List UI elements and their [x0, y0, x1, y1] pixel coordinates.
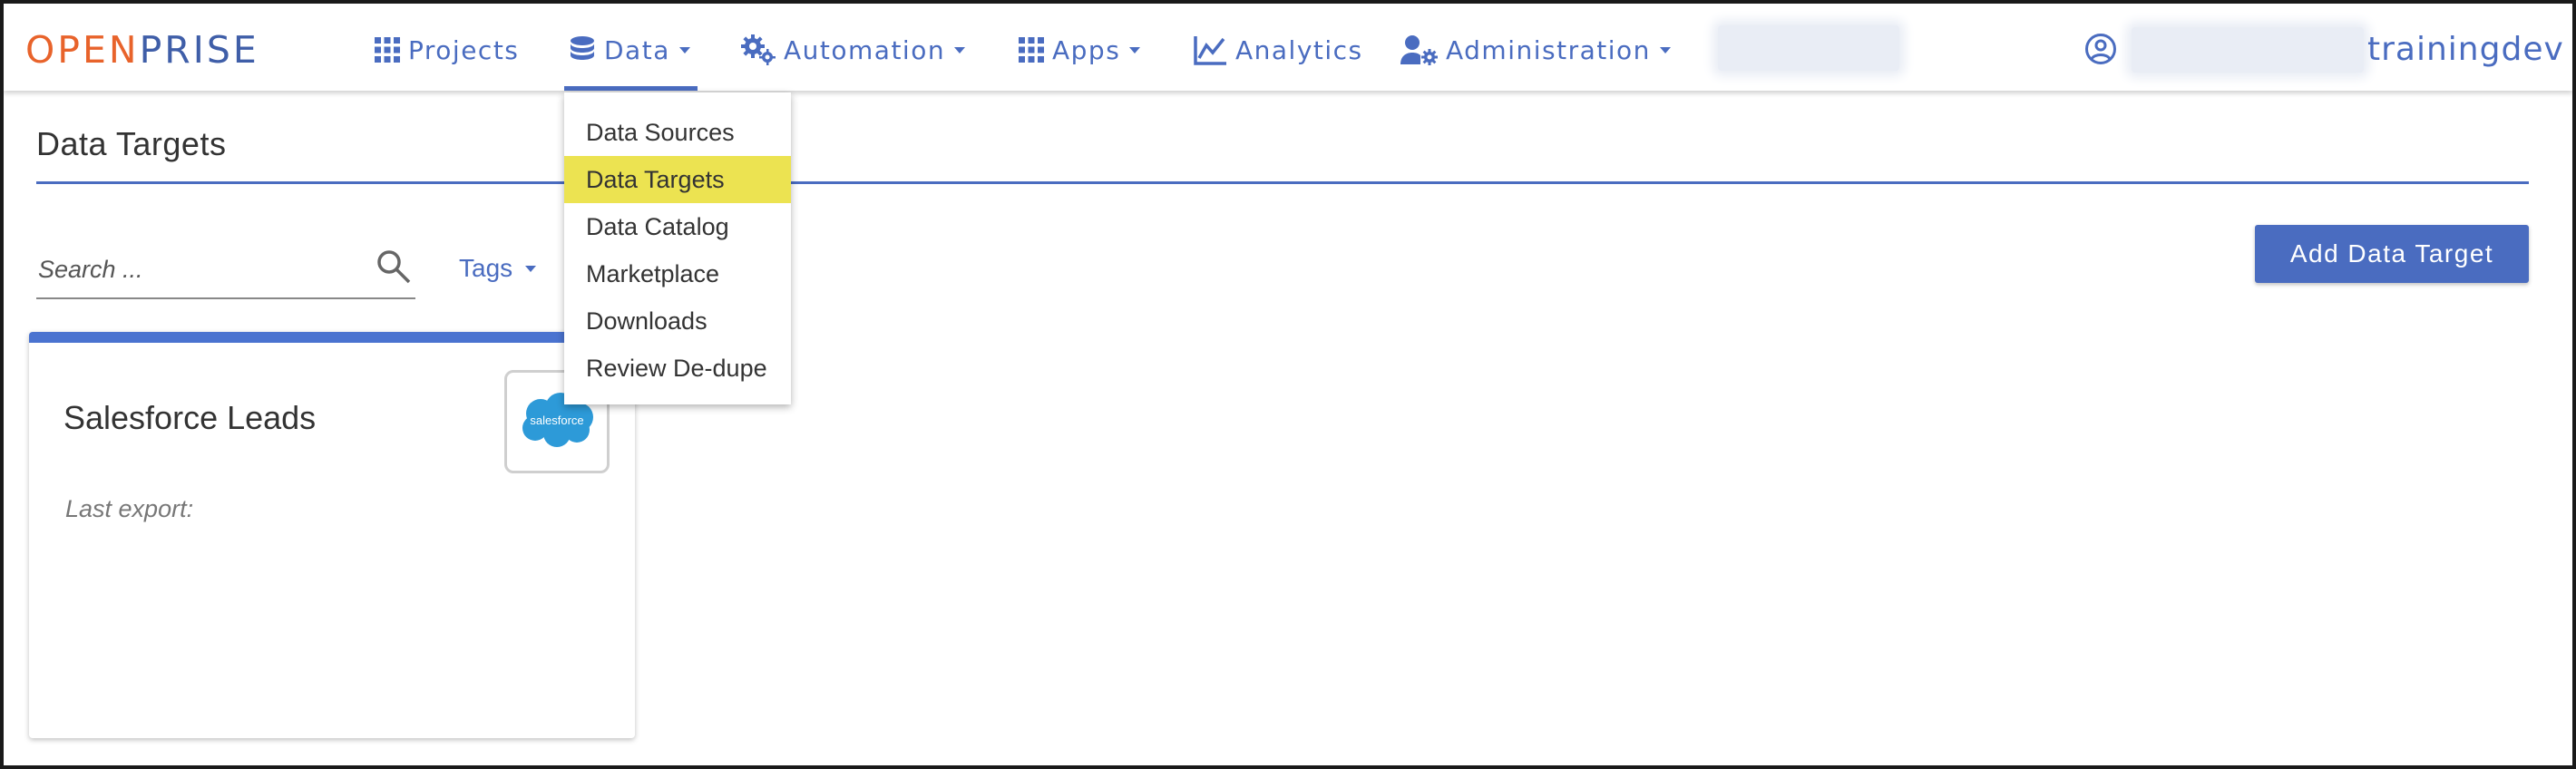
card-title: Salesforce Leads	[63, 399, 317, 436]
nav-apps-label: Apps	[1052, 34, 1121, 65]
menu-item-review-de-dupe[interactable]: Review De-dupe	[564, 345, 791, 392]
nav-automation[interactable]: Automation	[740, 27, 966, 73]
tags-filter[interactable]: Tags	[459, 254, 537, 283]
search-input[interactable]	[36, 250, 366, 288]
card-last-export: Last export:	[65, 495, 194, 522]
menu-item-downloads[interactable]: Downloads	[564, 297, 791, 345]
menu-item-data-targets[interactable]: Data Targets	[564, 156, 791, 203]
nav-administration[interactable]: Administration	[1400, 27, 1671, 73]
tags-label: Tags	[459, 254, 513, 282]
nav-automation-label: Automation	[784, 34, 946, 65]
database-icon	[571, 36, 594, 60]
logo-prise-text: PRISE	[139, 28, 259, 72]
user-gear-icon	[1400, 35, 1438, 65]
menu-item-data-catalog[interactable]: Data Catalog	[564, 203, 791, 250]
nav-administration-label: Administration	[1446, 34, 1651, 65]
add-data-target-button[interactable]: Add Data Target	[2255, 225, 2529, 283]
data-target-card[interactable]: Salesforce Leads Last export: salesforce	[29, 332, 635, 738]
redacted-area	[1718, 25, 1899, 71]
grid-icon	[1019, 37, 1044, 63]
grid-icon	[375, 37, 400, 63]
chevron-down-icon	[678, 46, 690, 54]
logo-open-text: OPEN	[25, 28, 140, 72]
chevron-down-icon	[954, 46, 966, 54]
nav-analytics[interactable]: Analytics	[1194, 27, 1363, 73]
menu-item-data-sources[interactable]: Data Sources	[564, 109, 791, 156]
user-name[interactable]: trainingdev	[2367, 27, 2564, 73]
page-title: Data Targets	[36, 125, 227, 162]
nav-apps[interactable]: Apps	[1018, 27, 1141, 73]
redacted-username	[2132, 27, 2364, 73]
nav-projects[interactable]: Projects	[374, 27, 519, 73]
nav-projects-label: Projects	[408, 34, 520, 65]
app-window: OPENPRISE Projects Data Automation Apps …	[0, 0, 2576, 769]
data-dropdown-menu: Data Sources Data Targets Data Catalog M…	[564, 92, 791, 404]
chevron-down-icon	[1659, 46, 1671, 54]
chevron-down-icon	[1129, 46, 1141, 54]
search-field	[36, 243, 415, 299]
user-circle-icon[interactable]	[2084, 33, 2117, 65]
nav-active-indicator	[564, 86, 698, 91]
nav-data[interactable]: Data	[568, 27, 690, 73]
nav-data-label: Data	[604, 34, 670, 65]
nav-analytics-label: Analytics	[1235, 34, 1363, 65]
search-icon[interactable]	[376, 248, 412, 285]
openprise-logo[interactable]: OPENPRISE	[25, 27, 259, 73]
title-divider	[36, 181, 2529, 184]
top-navbar: OPENPRISE Projects Data Automation Apps …	[4, 4, 2572, 91]
chevron-down-icon	[525, 265, 537, 272]
gears-icon	[741, 34, 776, 65]
salesforce-logo-text: salesforce	[530, 414, 583, 427]
menu-item-marketplace[interactable]: Marketplace	[564, 250, 791, 297]
chart-line-icon	[1194, 36, 1226, 65]
